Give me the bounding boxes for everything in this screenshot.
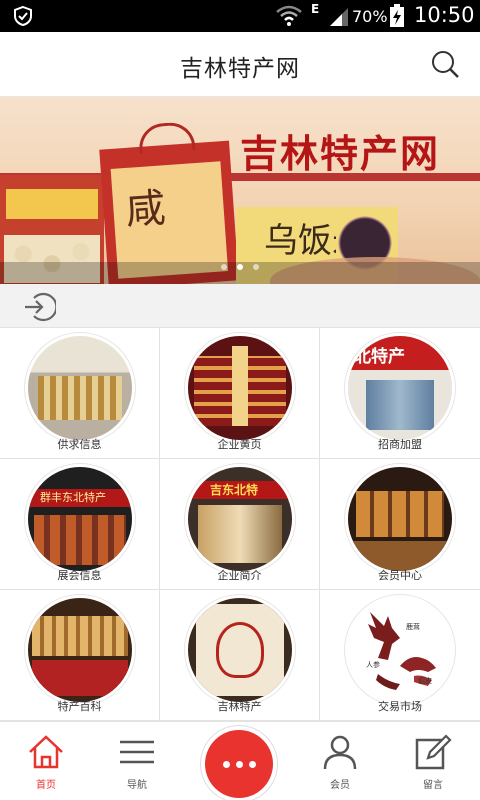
menu-icon — [120, 740, 154, 764]
carousel-indicator — [0, 255, 480, 274]
page-title: 吉林特产网 — [180, 56, 300, 82]
battery-charging-icon — [390, 4, 404, 27]
more-button[interactable] — [205, 730, 273, 798]
marketplace-image: 鹿茸 人参 貂皮 — [348, 598, 452, 702]
nav-navigation[interactable]: 导航 — [97, 734, 177, 791]
marketplace-caption-mink: 貂皮 — [418, 677, 432, 685]
marketplace-caption-ginseng: 人参 — [366, 661, 380, 669]
login-icon[interactable] — [22, 290, 56, 324]
battery-percent: 70% — [352, 7, 388, 26]
nav-home[interactable]: 首页 — [6, 734, 86, 791]
grid-item-marketplace[interactable]: 鹿茸 人参 貂皮 交易市场 — [320, 590, 480, 721]
carousel-dot[interactable] — [221, 264, 227, 270]
signal-strength-icon — [330, 8, 348, 26]
carousel-dot-active[interactable] — [237, 264, 243, 270]
grid-item-yellow-pages[interactable]: 企业黄页 — [160, 328, 320, 459]
nav-member[interactable]: 会员 — [300, 734, 380, 791]
yellow-pages-image — [188, 336, 292, 440]
grid-item-label: 特产百科 — [57, 700, 102, 713]
category-grid: 供求信息 企业黄页 北特产 招商加盟 群丰东北特产 展会信息 吉东北特 企业简介… — [0, 328, 480, 721]
grid-item-label: 供求信息 — [57, 438, 102, 451]
grid-item-label: 展会信息 — [57, 569, 102, 582]
nav-home-label: 首页 — [36, 780, 56, 791]
jilin-specialties-image — [188, 598, 292, 702]
grid-item-label: 招商加盟 — [378, 438, 422, 451]
network-type-label: E — [311, 2, 320, 16]
more-dot — [223, 761, 230, 768]
grid-item-company-profile[interactable]: 吉东北特 企业简介 — [160, 459, 320, 590]
grid-item-encyclopedia[interactable]: 特产百科 — [0, 590, 160, 721]
grid-item-exhibitions[interactable]: 群丰东北特产 展会信息 — [0, 459, 160, 590]
search-icon[interactable] — [430, 49, 460, 79]
grid-item-supply-demand[interactable]: 供求信息 — [0, 328, 160, 459]
app-header: 吉林特产网 — [0, 32, 480, 97]
carousel-dot[interactable] — [253, 264, 259, 270]
status-bar: E 70% 10:50 — [0, 0, 480, 32]
member-center-image — [348, 467, 452, 571]
grid-item-label: 企业简介 — [217, 569, 262, 582]
nav-member-label: 会员 — [330, 780, 350, 791]
gift-bag-glyph: 咸 — [124, 185, 168, 234]
grid-item-franchise[interactable]: 北特产 招商加盟 — [320, 328, 480, 459]
grid-item-jilin-specialties[interactable]: 吉林特产 — [160, 590, 320, 721]
shield-notification-icon — [14, 5, 32, 27]
exhibitions-image: 群丰东北特产 — [28, 467, 132, 571]
nav-message-label: 留言 — [423, 780, 443, 791]
edit-message-icon — [415, 734, 452, 770]
user-icon — [323, 735, 357, 770]
grid-item-label: 企业黄页 — [217, 438, 262, 451]
banner-headline: 吉林特产网 — [240, 131, 441, 176]
supply-demand-image — [28, 336, 132, 440]
clock: 10:50 — [414, 3, 475, 27]
login-bar[interactable] — [0, 284, 480, 328]
deer-logo-icon — [368, 612, 436, 690]
home-icon — [29, 735, 63, 769]
more-dot — [249, 761, 256, 768]
grid-item-member-center[interactable]: 会员中心 — [320, 459, 480, 590]
promo-banner[interactable]: 吉林特产网 咸 乌饭米 — [0, 97, 480, 284]
grid-item-label: 会员中心 — [378, 569, 422, 582]
grid-item-label: 交易市场 — [378, 700, 422, 713]
bottom-navigation: 首页 导航 会员 留言 — [0, 721, 480, 800]
nav-message[interactable]: 留言 — [393, 734, 473, 791]
grid-item-label: 吉林特产 — [217, 700, 262, 713]
encyclopedia-image — [28, 598, 132, 702]
wifi-icon — [276, 5, 302, 26]
more-dot — [236, 761, 243, 768]
company-profile-image: 吉东北特 — [188, 467, 292, 571]
nav-navigation-label: 导航 — [127, 780, 147, 791]
franchise-image: 北特产 — [348, 336, 452, 440]
marketplace-caption-antler: 鹿茸 — [406, 623, 420, 631]
